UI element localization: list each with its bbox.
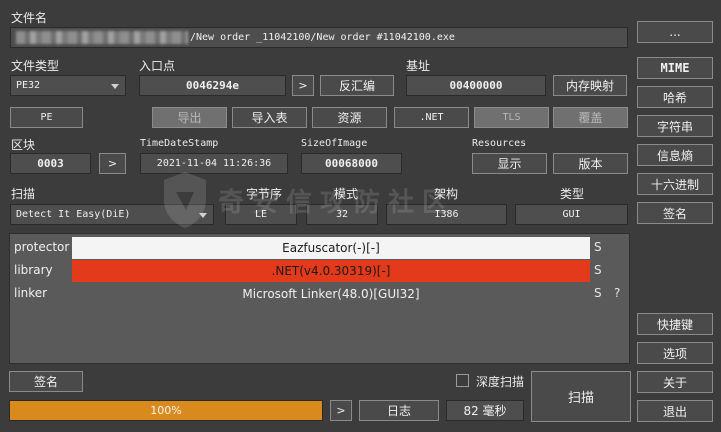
- result-name: Microsoft Linker(48.0)[GUI32]: [242, 287, 420, 301]
- arch-field: I386: [386, 204, 507, 225]
- result-info-flag[interactable]: ?: [614, 286, 620, 300]
- about-button[interactable]: 关于: [637, 371, 713, 393]
- strings-button[interactable]: 字符串: [637, 115, 713, 137]
- scan-progress-bar: 100%: [9, 400, 323, 421]
- resources-show-button[interactable]: 显示: [472, 153, 547, 174]
- result-signature-flag[interactable]: S: [594, 263, 602, 277]
- result-name: .NET(v4.0.30319)[-]: [72, 260, 590, 282]
- disassemble-button[interactable]: 反汇编: [320, 75, 394, 96]
- filename-field[interactable]: /New order _11042100/New order #11042100…: [10, 27, 628, 48]
- scan-results-panel: protector Eazfuscator(-)[-] S library .N…: [9, 233, 630, 364]
- tls-button[interactable]: TLS: [474, 107, 549, 128]
- entry-point-field[interactable]: 0046294e: [139, 75, 286, 96]
- filetype-select[interactable]: PE32: [10, 75, 126, 96]
- version-button[interactable]: 版本: [553, 153, 628, 174]
- endian-field: LE: [225, 204, 297, 225]
- filetype-value: PE32: [16, 80, 41, 91]
- result-type: protector: [14, 240, 70, 254]
- result-signature-flag[interactable]: S: [594, 240, 602, 254]
- signature-side-button[interactable]: 签名: [637, 202, 713, 224]
- timestamp-field[interactable]: 2021-11-04 11:26:36: [140, 153, 288, 174]
- chevron-down-icon: [199, 212, 207, 218]
- result-row-library[interactable]: library .NET(v4.0.30319)[-] S: [10, 260, 629, 282]
- filename-path: /New order _11042100/New order #11042100…: [190, 32, 455, 43]
- scan-button[interactable]: 扫描: [531, 371, 631, 422]
- mime-button[interactable]: MIME: [637, 57, 713, 79]
- progress-go-button[interactable]: >: [330, 400, 352, 421]
- pe-button[interactable]: PE: [10, 107, 83, 128]
- result-type: linker: [14, 286, 48, 300]
- filename-label: 文件名: [11, 11, 48, 25]
- scan-engine-select[interactable]: Detect It Easy(DiE): [10, 204, 214, 225]
- type-field: GUI: [515, 204, 628, 225]
- section-label: 区块: [11, 138, 36, 152]
- deep-scan-label: 深度扫描: [476, 375, 525, 389]
- result-type: library: [14, 263, 53, 277]
- options-button[interactable]: 选项: [637, 342, 713, 364]
- timestamp-label: TimeDateStamp: [140, 138, 219, 149]
- filetype-label: 文件类型: [11, 59, 60, 73]
- hash-button[interactable]: 哈希: [637, 86, 713, 108]
- log-button[interactable]: 日志: [359, 400, 439, 421]
- sizeofimage-label: SizeOfImage: [301, 138, 368, 149]
- section-go-button[interactable]: >: [99, 153, 126, 174]
- import-button[interactable]: 导入表: [232, 107, 307, 128]
- scan-label: 扫描: [11, 187, 36, 201]
- redacted-path-prefix: [16, 31, 188, 44]
- endian-label: 字节序: [246, 187, 283, 201]
- browse-button[interactable]: ...: [637, 21, 713, 43]
- sizeofimage-field[interactable]: 00068000: [301, 153, 402, 174]
- overlay-button[interactable]: 覆盖: [553, 107, 628, 128]
- arch-label: 架构: [434, 187, 459, 201]
- mode-field: 32: [306, 204, 378, 225]
- base-label: 基址: [406, 59, 431, 73]
- entry-go-button[interactable]: >: [292, 75, 314, 96]
- scan-engine-value: Detect It Easy(DiE): [16, 209, 131, 220]
- result-row-protector[interactable]: protector Eazfuscator(-)[-] S: [10, 237, 629, 259]
- section-count-field[interactable]: 0003: [10, 153, 91, 174]
- signature-button[interactable]: 签名: [9, 371, 83, 392]
- mode-label: 模式: [334, 187, 359, 201]
- entropy-button[interactable]: 信息熵: [637, 144, 713, 166]
- deep-scan-checkbox[interactable]: [456, 374, 469, 387]
- chevron-down-icon: [111, 83, 119, 89]
- resources-button[interactable]: 资源: [312, 107, 387, 128]
- result-name: Eazfuscator(-)[-]: [72, 237, 590, 259]
- export-button[interactable]: 导出: [152, 107, 227, 128]
- dotnet-button[interactable]: .NET: [394, 107, 469, 128]
- resources-label: Resources: [472, 138, 527, 149]
- exit-button[interactable]: 退出: [637, 400, 713, 422]
- type-label: 类型: [560, 187, 585, 201]
- base-address-field[interactable]: 00400000: [406, 75, 546, 96]
- memory-map-button[interactable]: 内存映射: [553, 75, 627, 96]
- result-signature-flag[interactable]: S: [594, 286, 602, 300]
- shortcuts-button[interactable]: 快捷键: [637, 313, 713, 335]
- hex-button[interactable]: 十六进制: [637, 173, 713, 195]
- scan-time-field: 82 毫秒: [446, 400, 524, 421]
- progress-text: 100%: [150, 404, 182, 417]
- result-row-linker[interactable]: linker Microsoft Linker(48.0)[GUI32] S ?: [10, 283, 629, 305]
- entry-label: 入口点: [139, 59, 176, 73]
